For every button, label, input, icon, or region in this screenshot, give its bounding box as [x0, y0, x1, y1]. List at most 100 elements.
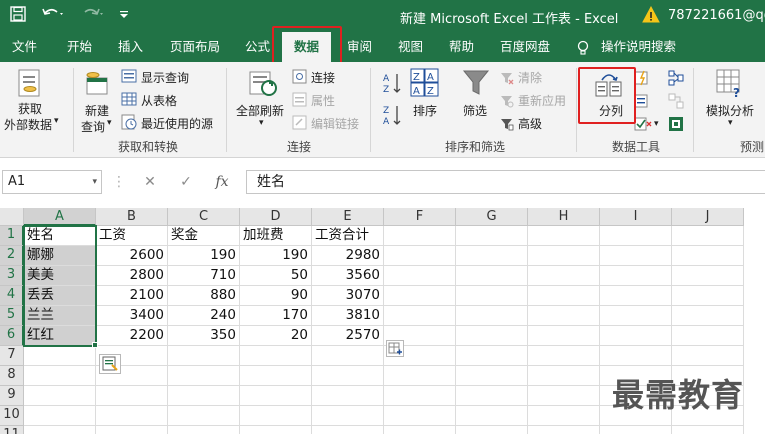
- cell-A2[interactable]: 娜娜: [24, 246, 96, 266]
- clear-filter-icon[interactable]: [500, 70, 514, 89]
- paste-options-icon[interactable]: [386, 340, 404, 357]
- cell-D7[interactable]: [240, 346, 312, 366]
- properties-icon[interactable]: [292, 92, 307, 111]
- row-header[interactable]: 1: [0, 226, 24, 246]
- cell-H4[interactable]: [528, 286, 600, 306]
- cell-D3[interactable]: 50: [240, 266, 312, 286]
- user-account[interactable]: 787221661@qq.co: [668, 8, 765, 23]
- connections-icon[interactable]: [292, 69, 307, 88]
- tab-formulas[interactable]: 公式: [245, 32, 270, 62]
- cell-A4[interactable]: 丢丢: [24, 286, 96, 306]
- cell-I1[interactable]: [600, 226, 672, 246]
- cell-D11[interactable]: [240, 426, 312, 434]
- cell-E10[interactable]: [312, 406, 384, 426]
- cell-H9[interactable]: [528, 386, 600, 406]
- fill-handle[interactable]: [92, 342, 98, 348]
- cell-H1[interactable]: [528, 226, 600, 246]
- cell-B11[interactable]: [96, 426, 168, 434]
- cell-G3[interactable]: [456, 266, 528, 286]
- cell-B4[interactable]: 2100: [96, 286, 168, 306]
- cell-F4[interactable]: [384, 286, 456, 306]
- sort-descending-icon[interactable]: ZA: [383, 104, 403, 130]
- tell-me-search[interactable]: 操作说明搜索: [601, 32, 676, 62]
- edit-links[interactable]: 编辑链接: [311, 115, 359, 132]
- data-validation-icon[interactable]: [634, 116, 652, 136]
- cell-H11[interactable]: [528, 426, 600, 434]
- row-header[interactable]: 5: [0, 306, 24, 326]
- cell-C10[interactable]: [168, 406, 240, 426]
- cell-C2[interactable]: 190: [168, 246, 240, 266]
- cell-J3[interactable]: [672, 266, 744, 286]
- cell-G2[interactable]: [456, 246, 528, 266]
- cell-D1[interactable]: 加班费: [240, 226, 312, 246]
- row-header[interactable]: 8: [0, 366, 24, 386]
- cell-A3[interactable]: 美美: [24, 266, 96, 286]
- cancel-icon[interactable]: ✕: [138, 170, 162, 194]
- cell-B9[interactable]: [96, 386, 168, 406]
- cell-E1[interactable]: 工资合计: [312, 226, 384, 246]
- cell-I6[interactable]: [600, 326, 672, 346]
- cell-F11[interactable]: [384, 426, 456, 434]
- tab-review[interactable]: 审阅: [347, 32, 372, 62]
- cell-C4[interactable]: 880: [168, 286, 240, 306]
- row-header[interactable]: 4: [0, 286, 24, 306]
- cell-F9[interactable]: [384, 386, 456, 406]
- cell-B10[interactable]: [96, 406, 168, 426]
- filter-icon[interactable]: [462, 68, 490, 102]
- cell-H2[interactable]: [528, 246, 600, 266]
- chevron-down-icon[interactable]: ▾: [728, 118, 733, 128]
- row-header[interactable]: 9: [0, 386, 24, 406]
- cell-E11[interactable]: [312, 426, 384, 434]
- cell-D9[interactable]: [240, 386, 312, 406]
- cell-C9[interactable]: [168, 386, 240, 406]
- cell-C11[interactable]: [168, 426, 240, 434]
- advanced-filter[interactable]: 高级: [518, 115, 542, 132]
- tab-help[interactable]: 帮助: [449, 32, 474, 62]
- tab-page-layout[interactable]: 页面布局: [170, 32, 220, 62]
- save-icon[interactable]: [8, 6, 28, 26]
- cell-H3[interactable]: [528, 266, 600, 286]
- cell-A1[interactable]: 姓名: [24, 226, 96, 246]
- cell-F8[interactable]: [384, 366, 456, 386]
- cell-C6[interactable]: 350: [168, 326, 240, 346]
- name-box[interactable]: A1 ▾: [2, 170, 102, 194]
- cell-C3[interactable]: 710: [168, 266, 240, 286]
- show-queries[interactable]: 显示查询: [141, 69, 189, 86]
- cell-B3[interactable]: 2800: [96, 266, 168, 286]
- column-header[interactable]: H: [528, 208, 600, 226]
- cell-E7[interactable]: [312, 346, 384, 366]
- relationships-icon[interactable]: [668, 93, 684, 113]
- cell-I7[interactable]: [600, 346, 672, 366]
- tab-home[interactable]: 开始: [67, 32, 92, 62]
- cell-A11[interactable]: [24, 426, 96, 434]
- cell-J5[interactable]: [672, 306, 744, 326]
- tab-baidu-netdisk[interactable]: 百度网盘: [500, 32, 550, 62]
- cell-F3[interactable]: [384, 266, 456, 286]
- cell-C7[interactable]: [168, 346, 240, 366]
- cell-B5[interactable]: 3400: [96, 306, 168, 326]
- cell-G9[interactable]: [456, 386, 528, 406]
- cell-G7[interactable]: [456, 346, 528, 366]
- tab-file[interactable]: 文件: [12, 32, 37, 62]
- external-data-icon[interactable]: [16, 68, 44, 102]
- formula-input[interactable]: 姓名: [246, 170, 765, 194]
- cell-J11[interactable]: [672, 426, 744, 434]
- column-header[interactable]: D: [240, 208, 312, 226]
- chevron-down-icon[interactable]: ▾: [54, 116, 59, 126]
- properties[interactable]: 属性: [311, 92, 335, 109]
- edit-links-icon[interactable]: [292, 115, 307, 134]
- cell-E5[interactable]: 3810: [312, 306, 384, 326]
- cell-D10[interactable]: [240, 406, 312, 426]
- recent-sources[interactable]: 最近使用的源: [141, 115, 213, 132]
- refresh-all-icon[interactable]: [248, 68, 278, 102]
- cell-A9[interactable]: [24, 386, 96, 406]
- cell-D8[interactable]: [240, 366, 312, 386]
- flash-fill-icon[interactable]: [634, 70, 650, 90]
- column-header[interactable]: I: [600, 208, 672, 226]
- reapply-filter[interactable]: 重新应用: [518, 92, 566, 109]
- sort-button[interactable]: 排序: [413, 102, 437, 119]
- tab-view[interactable]: 视图: [398, 32, 423, 62]
- cell-H8[interactable]: [528, 366, 600, 386]
- column-header[interactable]: J: [672, 208, 744, 226]
- what-if-analysis[interactable]: 模拟分析: [706, 102, 754, 119]
